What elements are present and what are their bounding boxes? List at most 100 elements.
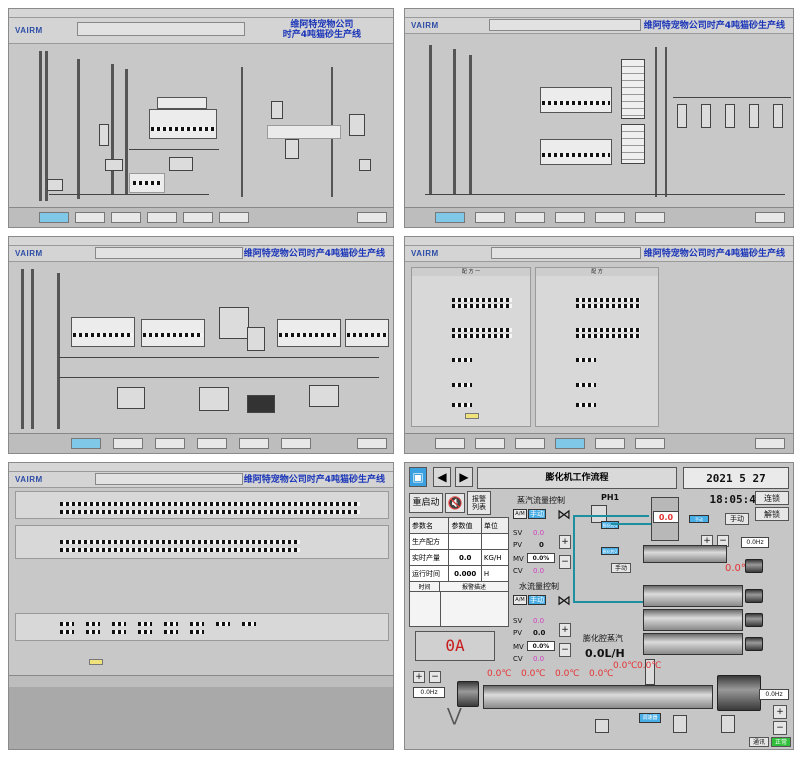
param-unit (480, 533, 510, 550)
param-name: 实时产量 (408, 549, 450, 566)
top-frequency: 0.0Hz (741, 537, 769, 548)
nav-button[interactable] (75, 212, 105, 223)
recipe-section-a: 配 方 一 (411, 267, 531, 427)
back-arrow-icon[interactable]: ◀ (433, 467, 451, 487)
am-toggle[interactable]: A/M (513, 595, 527, 605)
steam-minus-button[interactable]: − (559, 555, 571, 569)
clock-display: 2021 5 27 18:05:41 (683, 467, 789, 506)
company-line1: 维阿特宠物公司 (290, 20, 354, 30)
sv-label: SV (513, 529, 523, 537)
nav-button[interactable] (111, 212, 141, 223)
company-title: 维阿特宠物公司时产4吨猫砂生产线 (243, 475, 385, 485)
header: VAIRM 维阿特宠物公司时产4吨猫砂生产线 (405, 246, 793, 262)
screen-panel-1: VAIRM 维阿特宠物公司 时产4吨猫砂生产线 (8, 8, 394, 228)
manual-button[interactable]: 手动 (528, 595, 546, 605)
steam-pv: 0 (539, 541, 544, 549)
restart-button[interactable]: 重启动 (409, 493, 443, 513)
company-title: 维阿特宠物公司时产4吨猫砂生产线 (643, 249, 785, 259)
nav-bar (9, 433, 393, 453)
feed-motor (457, 681, 479, 707)
interlock-button[interactable]: 连锁 (755, 491, 789, 505)
param-value: 0.0 (448, 549, 482, 566)
right-manual-button[interactable]: 手动 (725, 513, 749, 525)
zone-temp-4: 0.0℃ (589, 669, 614, 679)
nav-button[interactable] (197, 438, 227, 449)
nav-button[interactable] (755, 212, 785, 223)
small-manual-button[interactable]: 手动 (611, 563, 631, 573)
manual-button[interactable]: 手动 (528, 509, 546, 519)
water-plus-button[interactable]: + (559, 623, 571, 637)
extruder-steam-value: 0.0L/H (585, 647, 625, 660)
right-frequency: 0.0Hz (759, 689, 789, 700)
window-titlebar (405, 237, 793, 246)
alarm-list-button[interactable]: 报警 列表 (467, 491, 491, 515)
water-flow-title: 水流量控制 (519, 582, 559, 591)
nav-button[interactable] (555, 438, 585, 449)
forward-arrow-icon[interactable]: ▶ (455, 467, 473, 487)
nav-button[interactable] (71, 438, 101, 449)
nav-button[interactable] (239, 438, 269, 449)
pv-label: PV (513, 629, 523, 637)
nav-button[interactable] (475, 212, 505, 223)
comm-status-label: 通讯 (749, 737, 769, 747)
motor-3 (745, 613, 763, 627)
nav-button[interactable] (635, 438, 665, 449)
nav-button[interactable] (147, 212, 177, 223)
left-plus-button[interactable]: + (413, 671, 425, 683)
nav-button[interactable] (475, 438, 505, 449)
mv-label: MV (513, 555, 524, 563)
nav-button[interactable] (281, 438, 311, 449)
header-info-box (95, 247, 243, 259)
am-toggle[interactable]: A/M (513, 509, 527, 519)
unlock-button[interactable]: 解锁 (755, 507, 789, 521)
zone-temp-2: 0.0℃ (521, 669, 546, 679)
company-line2: 时产4吨猫砂生产线 (282, 30, 361, 40)
nav-button[interactable] (555, 212, 585, 223)
nav-button[interactable] (515, 438, 545, 449)
nav-button[interactable] (595, 212, 625, 223)
left-minus-button[interactable]: − (429, 671, 441, 683)
zone-temp-5: 0.0℃ (613, 661, 638, 671)
nav-button[interactable] (39, 212, 69, 223)
nav-button[interactable] (595, 438, 625, 449)
header: VAIRM 维阿特宠物公司时产4吨猫砂生产线 (9, 246, 393, 262)
steam-cv: 0.0 (533, 567, 545, 575)
steam-plus-button[interactable]: + (559, 535, 571, 549)
nav-button[interactable] (435, 438, 465, 449)
right-minus-button[interactable]: − (773, 721, 787, 735)
outlet (721, 715, 735, 733)
nav-button[interactable] (113, 438, 143, 449)
brand-logo: VAIRM (15, 475, 43, 484)
nav-button[interactable] (435, 212, 465, 223)
steam-sv: 0.0 (533, 529, 545, 537)
water-cv: 0.0 (533, 655, 545, 663)
extruder-motor (717, 675, 761, 711)
col-header-name: 参数名 (408, 517, 450, 534)
header: VAIRM 维阿特宠物公司 时产4吨猫砂生产线 (9, 18, 393, 44)
chamber-2-label: 膨化腔2 (601, 547, 619, 555)
right-plus-button[interactable]: + (773, 705, 787, 719)
home-button[interactable]: ▣ (409, 467, 427, 487)
motor-1 (745, 559, 763, 573)
water-mv-field[interactable]: 0.0% (527, 641, 555, 651)
nav-button[interactable] (357, 212, 387, 223)
water-minus-button[interactable]: − (559, 643, 571, 657)
sv-label: SV (513, 617, 523, 625)
speaker-icon[interactable]: 🔇 (445, 493, 465, 513)
recipe-section-a-title: 配 方 一 (412, 268, 530, 276)
nav-button[interactable] (515, 212, 545, 223)
conditioner-cylinder-4 (643, 633, 743, 655)
nav-button[interactable] (755, 438, 785, 449)
nav-button[interactable] (219, 212, 249, 223)
nav-button[interactable] (357, 438, 387, 449)
header-info-box (491, 247, 641, 259)
nav-button[interactable] (635, 212, 665, 223)
nav-button[interactable] (155, 438, 185, 449)
nav-button[interactable] (183, 212, 213, 223)
steam-mv-field[interactable]: 0.0% (527, 553, 555, 563)
brand-logo: VAIRM (15, 249, 43, 258)
steam-valve-icon: ⋈ (557, 507, 571, 523)
ph1-label: PH1 (601, 493, 620, 502)
zone-temp-1: 0.0℃ (487, 669, 512, 679)
brand-logo: VAIRM (411, 249, 439, 258)
